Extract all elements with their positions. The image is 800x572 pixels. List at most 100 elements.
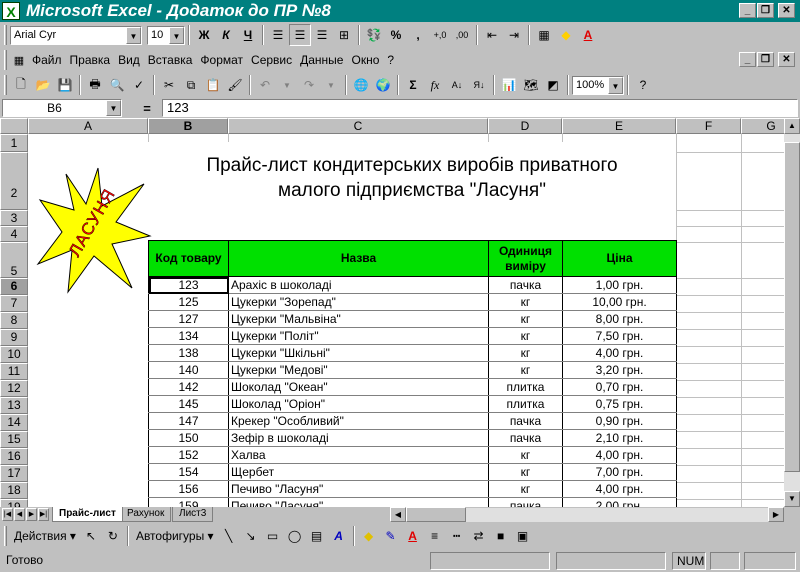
cell-name[interactable]: Печиво "Ласуня"	[228, 497, 489, 507]
cell-name[interactable]: Цукерки "Медові"	[228, 361, 489, 379]
row-header-3[interactable]: 3	[0, 210, 28, 226]
bold-button[interactable]: Ж	[193, 24, 215, 46]
header-name[interactable]: Назва	[228, 240, 489, 277]
save-icon[interactable]: 💾	[54, 74, 76, 96]
cell-name[interactable]: Цукерки "Мальвіна"	[228, 310, 489, 328]
menu-file[interactable]: Файл	[28, 53, 66, 67]
row-header-1[interactable]: 1	[0, 134, 28, 152]
drawing-icon[interactable]: ◩	[542, 74, 564, 96]
row-header-14[interactable]: 14	[0, 414, 28, 431]
row-header-19[interactable]: 19	[0, 499, 28, 507]
arrow-style-icon[interactable]: ⇄	[468, 525, 490, 547]
cell-price[interactable]: 0,75 грн.	[562, 395, 677, 413]
align-left-icon[interactable]: ☰	[267, 24, 289, 46]
autosum-button[interactable]: Σ	[402, 74, 424, 96]
cell-price[interactable]: 2,00 грн.	[562, 497, 677, 507]
fill-color-icon[interactable]: ◆	[358, 525, 380, 547]
autoshapes-menu[interactable]: Автофигуры ▾	[132, 529, 218, 543]
textbox-icon[interactable]: ▤	[306, 525, 328, 547]
minimize-button[interactable]: _	[739, 3, 756, 18]
menu-help[interactable]: ?	[383, 53, 398, 67]
chevron-down-icon[interactable]: ▼	[608, 76, 623, 94]
restore-button[interactable]: ❐	[757, 3, 774, 18]
cell-code[interactable]: 138	[148, 344, 229, 362]
office-assistant-icon[interactable]: ?	[632, 74, 654, 96]
cell-price[interactable]: 1,00 грн.	[562, 276, 677, 294]
row-header-9[interactable]: 9	[0, 329, 28, 346]
cell-unit[interactable]: кг	[488, 327, 563, 345]
horizontal-scrollbar[interactable]: ◀ ▶	[390, 507, 784, 522]
zoom-combo[interactable]: 100% ▼	[572, 75, 624, 95]
cell-unit[interactable]: плитка	[488, 395, 563, 413]
first-sheet-icon[interactable]: |◀	[2, 508, 13, 521]
cell-unit[interactable]: пачка	[488, 276, 563, 294]
cut-icon[interactable]: ✂	[158, 74, 180, 96]
rectangle-icon[interactable]: ▭	[262, 525, 284, 547]
row-header-10[interactable]: 10	[0, 346, 28, 363]
decrease-indent-icon[interactable]: ⇤	[481, 24, 503, 46]
web-toolbar-icon[interactable]: 🌍	[372, 74, 394, 96]
cell-code[interactable]: 134	[148, 327, 229, 345]
cell-code[interactable]: 156	[148, 480, 229, 498]
cell-unit[interactable]: пачка	[488, 412, 563, 430]
row-header-2[interactable]: 2	[0, 152, 28, 210]
cell-name[interactable]: Шоколад "Океан"	[228, 378, 489, 396]
undo-icon[interactable]: ↶	[254, 74, 276, 96]
menu-edit[interactable]: Правка	[66, 53, 115, 67]
last-sheet-icon[interactable]: ▶|	[38, 508, 49, 521]
cell-unit[interactable]: пачка	[488, 429, 563, 447]
cell-name[interactable]: Халва	[228, 446, 489, 464]
doc-close-button[interactable]: ✕	[778, 52, 795, 67]
cell-unit[interactable]: кг	[488, 463, 563, 481]
cell-name[interactable]: Цукерки "Шкільні"	[228, 344, 489, 362]
format-painter-icon[interactable]: 🖌	[224, 74, 246, 96]
cell-price[interactable]: 0,70 грн.	[562, 378, 677, 396]
doc-minimize-button[interactable]: _	[739, 52, 756, 67]
cell-name[interactable]: Щербет	[228, 463, 489, 481]
menu-tools[interactable]: Сервис	[247, 53, 296, 67]
cell-unit[interactable]: кг	[488, 361, 563, 379]
free-rotate-icon[interactable]: ↻	[102, 525, 124, 547]
header-code[interactable]: Код товару	[148, 240, 229, 277]
name-box[interactable]: B6 ▼	[2, 99, 122, 117]
cell-price[interactable]: 3,20 грн.	[562, 361, 677, 379]
percent-button[interactable]: %	[385, 24, 407, 46]
align-center-icon[interactable]: ☰	[289, 24, 311, 46]
header-unit[interactable]: Одиниця виміру	[488, 240, 563, 277]
oval-icon[interactable]: ◯	[284, 525, 306, 547]
column-header-c[interactable]: C	[228, 118, 488, 134]
scroll-up-icon[interactable]: ▲	[784, 118, 800, 134]
currency-icon[interactable]: 💱	[363, 24, 385, 46]
lasunya-logo[interactable]: ЛАСУНЯ	[36, 166, 152, 294]
tab-price-list[interactable]: Прайс-лист	[52, 507, 123, 522]
cell-code[interactable]: 145	[148, 395, 229, 413]
menu-format[interactable]: Формат	[196, 53, 247, 67]
cell-code[interactable]: 140	[148, 361, 229, 379]
arrow-icon[interactable]: ↘	[240, 525, 262, 547]
comma-button[interactable]: ,	[407, 24, 429, 46]
underline-button[interactable]: Ч	[237, 24, 259, 46]
line-style-icon[interactable]: ≡	[424, 525, 446, 547]
increase-indent-icon[interactable]: ⇥	[503, 24, 525, 46]
header-price[interactable]: Ціна	[562, 240, 677, 277]
shadow-icon[interactable]: ■	[490, 525, 512, 547]
copy-icon[interactable]: ⧉	[180, 74, 202, 96]
cell-name[interactable]: Арахіс в шоколаді	[228, 276, 489, 294]
tab-invoice[interactable]: Рахунок	[120, 507, 172, 522]
prev-sheet-icon[interactable]: ◀	[14, 508, 25, 521]
equals-sign[interactable]: =	[132, 101, 162, 116]
cell-code[interactable]: 142	[148, 378, 229, 396]
cell-code[interactable]: 152	[148, 446, 229, 464]
cell-name[interactable]: Печиво "Ласуня"	[228, 480, 489, 498]
row-header-13[interactable]: 13	[0, 397, 28, 414]
wordart-icon[interactable]: A	[328, 525, 350, 547]
menu-window[interactable]: Окно	[347, 53, 383, 67]
cell-unit[interactable]: кг	[488, 310, 563, 328]
cell-code[interactable]: 159	[148, 497, 229, 507]
cell-code[interactable]: 150	[148, 429, 229, 447]
function-button[interactable]: fx	[424, 74, 446, 96]
cell-code[interactable]: 127	[148, 310, 229, 328]
doc-restore-button[interactable]: ❐	[757, 52, 774, 67]
cell-code[interactable]: 125	[148, 293, 229, 311]
cell-price[interactable]: 10,00 грн.	[562, 293, 677, 311]
